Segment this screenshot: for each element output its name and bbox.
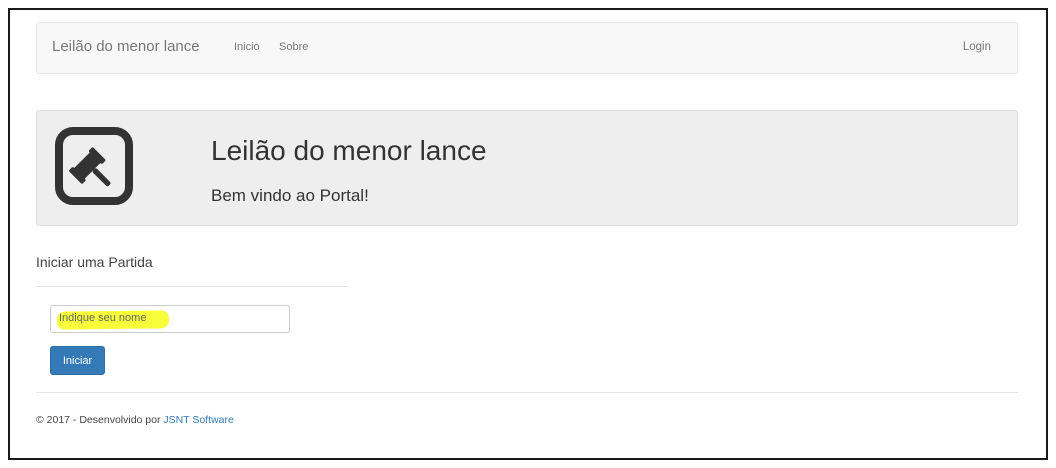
jumbotron: Leilão do menor lance Bem vindo ao Porta…: [36, 110, 1018, 226]
gavel-icon: [55, 127, 133, 205]
footer: © 2017 - Desenvolvido por JSNT Software: [36, 414, 234, 426]
start-game-heading: Iniciar uma Partida: [36, 254, 153, 270]
page-title: Leilão do menor lance: [211, 135, 487, 166]
welcome-subtitle: Bem vindo ao Portal!: [211, 186, 369, 205]
footer-divider: [36, 392, 1018, 393]
navbar: Leilão do menor lance Inicio Sobre Login: [36, 22, 1018, 74]
navbar-brand[interactable]: Leilão do menor lance: [52, 38, 200, 55]
section-divider: [36, 286, 348, 287]
footer-company-link[interactable]: JSNT Software: [163, 414, 233, 426]
nav-link-login[interactable]: Login: [963, 41, 991, 53]
footer-copyright: © 2017 - Desenvolvido por: [36, 414, 164, 426]
name-input[interactable]: [50, 305, 290, 333]
nav-link-sobre[interactable]: Sobre: [279, 41, 308, 53]
iniciar-button[interactable]: Iniciar: [50, 346, 105, 375]
nav-link-inicio[interactable]: Inicio: [234, 41, 260, 53]
